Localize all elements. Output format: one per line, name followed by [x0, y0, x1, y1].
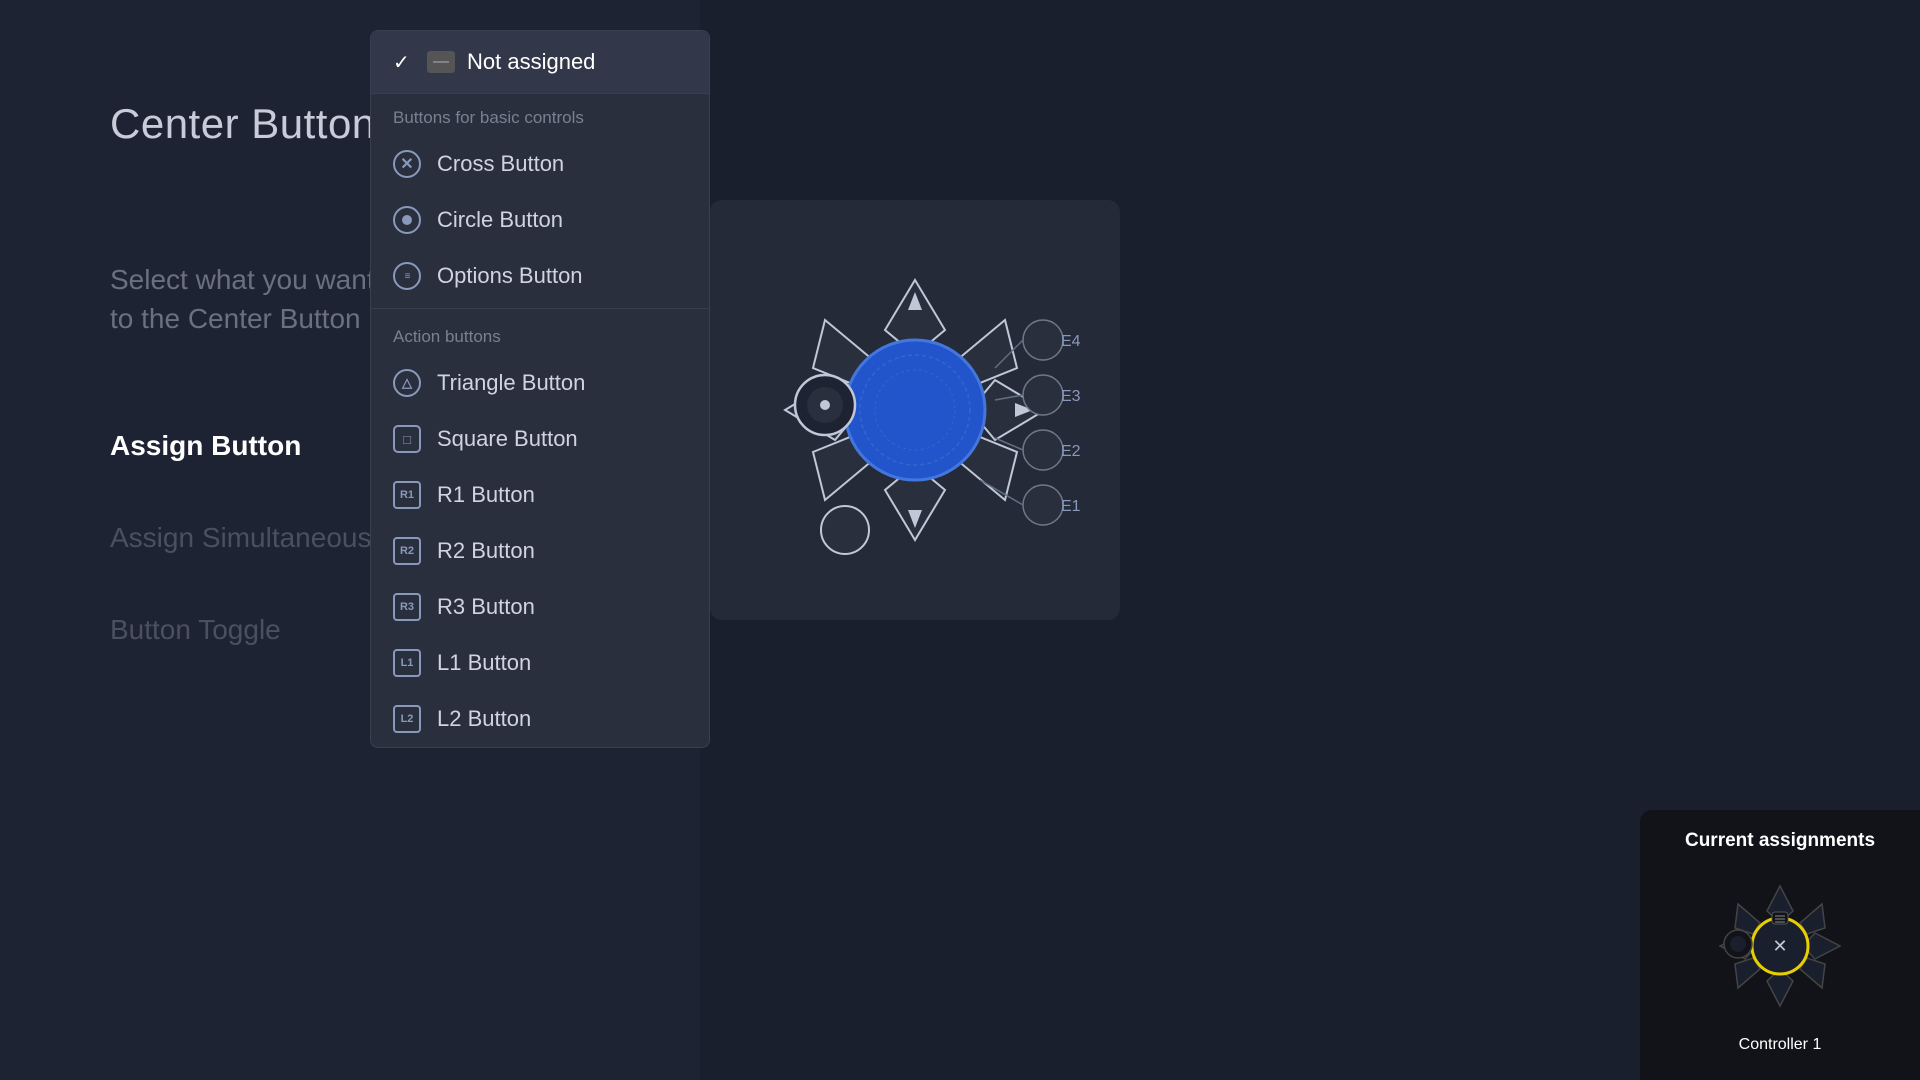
assignments-controller-visual: ✕: [1700, 866, 1860, 1026]
svg-text:E3: E3: [1061, 388, 1081, 405]
check-icon: ✓: [393, 50, 415, 75]
dropdown-item-triangle[interactable]: △ Triangle Button: [371, 355, 709, 411]
circle-button-label: Circle Button: [437, 207, 563, 233]
svg-text:E2: E2: [1061, 443, 1081, 460]
cross-button-icon: ✕: [393, 150, 421, 178]
r3-button-icon: R3: [393, 593, 421, 621]
section-label-action: Action buttons: [371, 313, 709, 355]
controller-label: Controller 1: [1739, 1036, 1822, 1054]
controller-svg: E4 E3 E2 E1: [725, 220, 1105, 600]
triangle-button-icon: △: [393, 369, 421, 397]
section-label-basic: Buttons for basic controls: [371, 94, 709, 136]
triangle-button-label: Triangle Button: [437, 370, 585, 396]
dropdown-item-circle[interactable]: Circle Button: [371, 192, 709, 248]
dropdown-item-r2[interactable]: R2 R2 Button: [371, 523, 709, 579]
svg-text:E4: E4: [1061, 333, 1081, 350]
assignment-dropdown: ✓ — Not assigned Buttons for basic contr…: [370, 30, 710, 748]
svg-text:E1: E1: [1061, 498, 1081, 515]
controller-panel: E4 E3 E2 E1: [710, 200, 1120, 620]
l2-button-label: L2 Button: [437, 706, 531, 732]
svg-text:✕: ✕: [1772, 936, 1787, 956]
dropdown-item-r3[interactable]: R3 R3 Button: [371, 579, 709, 635]
l1-button-icon: L1: [393, 649, 421, 677]
dropdown-item-cross[interactable]: ✕ Cross Button: [371, 136, 709, 192]
l1-button-label: L1 Button: [437, 650, 531, 676]
assignments-panel: Current assignments ✕ Controll: [1640, 810, 1920, 1080]
dropdown-item-square[interactable]: □ Square Button: [371, 411, 709, 467]
r1-button-icon: R1: [393, 481, 421, 509]
r3-button-label: R3 Button: [437, 594, 535, 620]
l2-button-icon: L2: [393, 705, 421, 733]
dropdown-item-l2[interactable]: L2 L2 Button: [371, 691, 709, 747]
dropdown-item-l1[interactable]: L1 L1 Button: [371, 635, 709, 691]
square-button-icon: □: [393, 425, 421, 453]
r1-button-label: R1 Button: [437, 482, 535, 508]
options-button-label: Options Button: [437, 263, 583, 289]
assignments-title: Current assignments: [1685, 830, 1875, 852]
dropdown-item-options[interactable]: ≡ Options Button: [371, 248, 709, 304]
circle-button-icon: [393, 206, 421, 234]
dropdown-item-r1[interactable]: R1 R1 Button: [371, 467, 709, 523]
dropdown-selected-item[interactable]: ✓ — Not assigned: [371, 31, 709, 94]
dropdown-divider: [371, 308, 709, 309]
dropdown-selected-text: Not assigned: [467, 49, 595, 75]
cross-button-label: Cross Button: [437, 151, 564, 177]
r2-button-icon: R2: [393, 537, 421, 565]
options-button-icon: ≡: [393, 262, 421, 290]
page-title: Center Button: [110, 100, 376, 148]
r2-button-label: R2 Button: [437, 538, 535, 564]
dash-icon: —: [427, 51, 455, 73]
square-button-label: Square Button: [437, 426, 578, 452]
